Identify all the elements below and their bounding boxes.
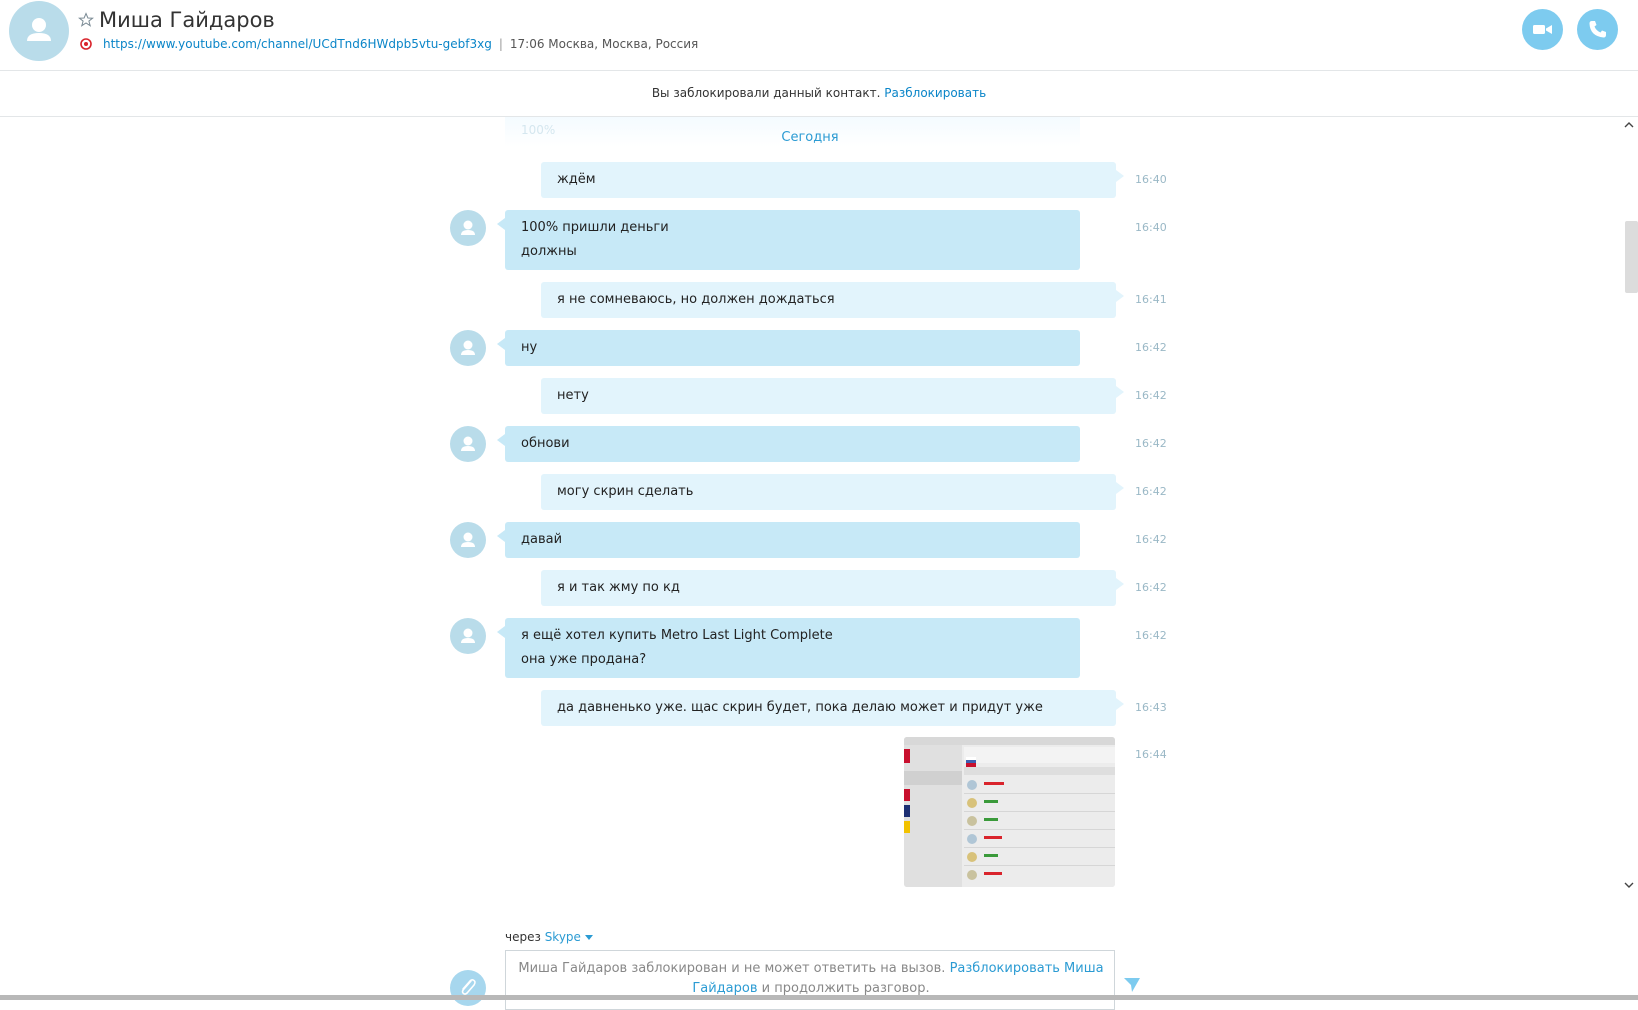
- scroll-down-icon[interactable]: [1623, 879, 1635, 891]
- sender-avatar[interactable]: [450, 330, 486, 366]
- user-avatar-icon: [461, 436, 475, 451]
- star-icon[interactable]: [78, 12, 94, 28]
- window-bottom-border: [0, 995, 1638, 1000]
- message-text: должны: [521, 244, 577, 259]
- via-label: через: [505, 930, 541, 944]
- message-text: давай: [521, 532, 563, 547]
- message-text: я не сомневаюсь, но должен дождаться: [557, 292, 835, 307]
- outgoing-message[interactable]: я и так жму по кд: [541, 570, 1124, 606]
- scroll-up-icon[interactable]: [1623, 119, 1635, 131]
- blocked-banner: Вы заблокировали данный контакт. Разблок…: [0, 71, 1638, 117]
- message-time: 16:42: [1135, 485, 1167, 498]
- message-text: ну: [521, 340, 538, 355]
- message-time: 16:41: [1135, 293, 1167, 306]
- contact-name: Миша Гайдаров: [99, 8, 275, 32]
- user-avatar-icon: [461, 628, 475, 643]
- image-message-thumbnail[interactable]: [904, 737, 1115, 887]
- message-time: 16:42: [1135, 581, 1167, 594]
- incoming-message[interactable]: давай: [497, 522, 1080, 558]
- user-avatar-icon: [461, 340, 475, 355]
- outgoing-message[interactable]: ждём: [541, 162, 1124, 198]
- message-text: я и так жму по кд: [557, 580, 680, 595]
- profile-info-row: https://www.youtube.com/channel/UCdTnd6H…: [103, 37, 698, 51]
- incoming-message[interactable]: ну: [497, 330, 1080, 366]
- incoming-message[interactable]: обнови: [497, 426, 1080, 462]
- message-time: 16:43: [1135, 701, 1167, 714]
- mood-icon: [80, 38, 92, 50]
- screenshot-thumbnail-image: [904, 737, 1115, 887]
- blocked-text: Вы заблокировали данный контакт.: [651, 86, 881, 100]
- message-text: я ещё хотел купить Metro Last Light Comp…: [521, 628, 833, 643]
- message-time: 16:42: [1135, 389, 1167, 402]
- contact-avatar[interactable]: [9, 1, 69, 61]
- day-separator: Сегодня: [781, 130, 839, 145]
- audio-call-button[interactable]: [1577, 9, 1618, 50]
- chat-header: Миша Гайдаров https://www.youtube.com/ch…: [0, 0, 1638, 71]
- message-time: 16:42: [1135, 341, 1167, 354]
- message-text: могу скрин сделать: [557, 484, 694, 499]
- user-avatar-icon: [461, 532, 475, 547]
- sender-avatar[interactable]: [450, 210, 486, 246]
- scroll-thumb[interactable]: [1625, 221, 1638, 293]
- blocked-notice-text: Миша Гайдаров заблокирован и не может от…: [518, 961, 946, 976]
- profile-link[interactable]: https://www.youtube.com/channel/UCdTnd6H…: [103, 37, 492, 51]
- video-call-icon: [1533, 25, 1552, 34]
- local-time: 17:06 Москва, Москва, Россия: [509, 37, 699, 51]
- attach-button[interactable]: [450, 970, 486, 1006]
- message-composer[interactable]: Миша Гайдаров заблокирован и не может от…: [505, 950, 1115, 1010]
- sender-avatar[interactable]: [450, 618, 486, 654]
- message-time: 16:40: [1135, 173, 1167, 186]
- service-dropdown[interactable]: Skype: [545, 930, 593, 944]
- chevron-down-icon: [584, 935, 593, 940]
- chat-scrollbar[interactable]: [1620, 117, 1638, 895]
- incoming-message[interactable]: 100% пришли деньги должны: [497, 210, 1080, 270]
- message-text: нету: [557, 388, 589, 403]
- message-text: обнови: [521, 436, 570, 451]
- message-time: 16:42: [1135, 629, 1167, 642]
- incoming-message[interactable]: я ещё хотел купить Metro Last Light Comp…: [497, 618, 1080, 678]
- message-time: 16:42: [1135, 437, 1167, 450]
- phone-call-icon: [1589, 21, 1606, 38]
- message-text: она уже продана?: [521, 652, 647, 667]
- outgoing-message[interactable]: да давненько уже. щас скрин будет, пока …: [541, 690, 1124, 726]
- blocked-notice-end: и продолжить разговор.: [761, 981, 930, 996]
- user-avatar-icon: [27, 18, 51, 41]
- message-text: да давненько уже. щас скрин будет, пока …: [557, 700, 1043, 715]
- attach-icon: [461, 979, 476, 995]
- message-time: 16:42: [1135, 533, 1167, 546]
- sender-avatar[interactable]: [450, 426, 486, 462]
- outgoing-message[interactable]: я не сомневаюсь, но должен дождаться: [541, 282, 1124, 318]
- sender-avatar[interactable]: [450, 522, 486, 558]
- separator: |: [498, 37, 503, 51]
- unblock-link[interactable]: Разблокировать: [884, 86, 986, 100]
- outgoing-message[interactable]: могу скрин сделать: [541, 474, 1124, 510]
- video-call-button[interactable]: [1522, 9, 1563, 50]
- message-text: 100% пришли деньги: [521, 220, 669, 235]
- outgoing-message[interactable]: нету: [541, 378, 1124, 414]
- user-avatar-icon: [461, 220, 475, 235]
- blocked-composer-notice: Миша Гайдаров заблокирован и не может от…: [506, 959, 1116, 999]
- send-icon[interactable]: [1123, 977, 1141, 993]
- message-time: 16:44: [1135, 748, 1167, 761]
- message-text: ждём: [557, 172, 596, 187]
- via-service-selector: через Skype: [505, 930, 593, 944]
- message-time: 16:40: [1135, 221, 1167, 234]
